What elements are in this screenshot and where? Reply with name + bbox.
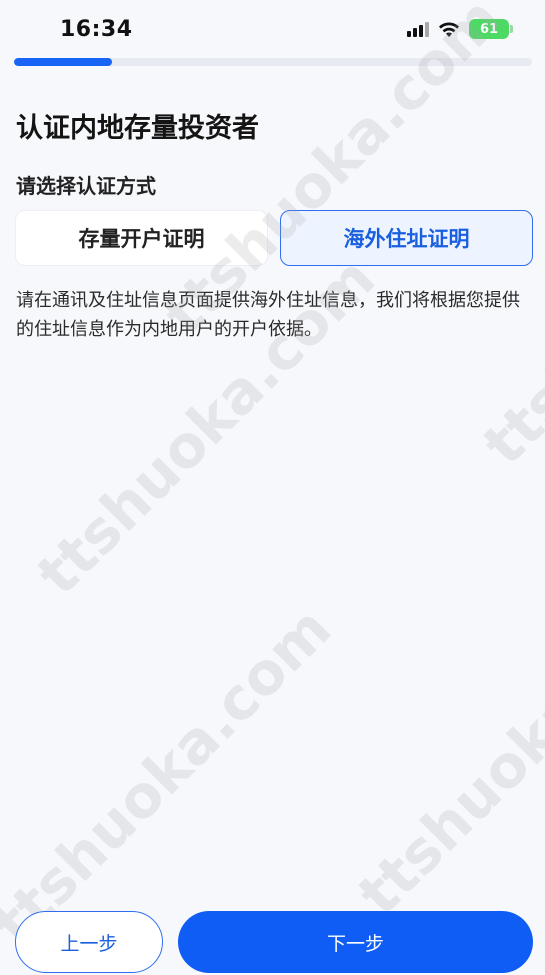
status-time: 16:34 — [60, 17, 133, 42]
status-icons: 61 — [407, 19, 513, 39]
battery-level: 61 — [479, 21, 499, 37]
progress-fill — [14, 58, 113, 66]
description-text: 请在通讯及住址信息页面提供海外住址信息，我们将根据您提供的住址信息作为内地用户的… — [16, 290, 520, 340]
watermark: ttshuoka.com — [0, 594, 345, 959]
next-step-button[interactable]: 下一步 — [178, 911, 533, 973]
previous-step-button[interactable]: 上一步 — [15, 911, 163, 973]
section-label: 请选择认证方式 — [16, 174, 156, 198]
option-account-proof[interactable]: 存量开户证明 — [15, 210, 268, 266]
progress-bar — [14, 58, 532, 66]
watermark: ttshuoka.com — [345, 564, 545, 929]
certification-method-options: 存量开户证明 海外住址证明 — [15, 210, 533, 266]
status-bar: 16:34 61 — [0, 0, 545, 58]
wifi-icon — [438, 21, 460, 38]
page-title: 认证内地存量投资者 — [16, 113, 259, 144]
cellular-signal-icon — [407, 21, 429, 37]
option-overseas-address-proof[interactable]: 海外住址证明 — [280, 210, 533, 266]
battery-icon: 61 — [469, 19, 513, 39]
screen: 16:34 61 认证内地存量投资者 请选择认证方式 存量开户证明 海外住址证明… — [0, 0, 545, 975]
